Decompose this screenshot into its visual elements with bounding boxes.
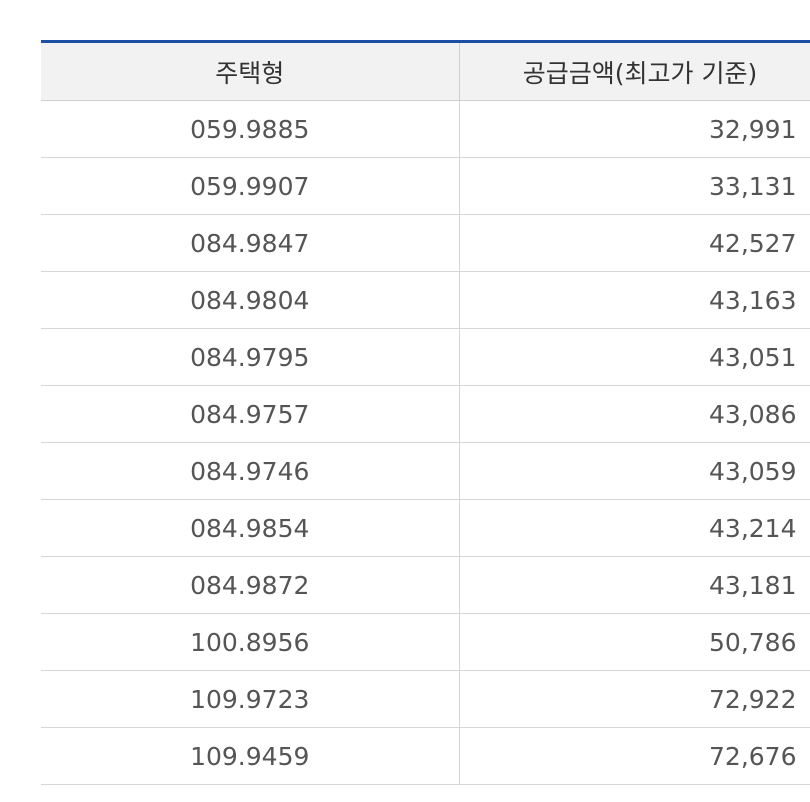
cell-housing-type: 059.9885 [41,100,460,158]
table-row: 059.9907 33,131 [41,157,810,215]
cell-housing-type: 084.9746 [41,442,460,500]
cell-supply-price: 33,131 [459,157,810,215]
price-table-container: 주택형 공급금액(최고가 기준) 059.9885 32,991 059.990… [41,40,810,785]
cell-housing-type: 059.9907 [41,157,460,215]
cell-supply-price: 43,214 [459,499,810,557]
cell-housing-type: 084.9795 [41,328,460,386]
supply-price-table: 주택형 공급금액(최고가 기준) 059.9885 32,991 059.990… [41,40,810,785]
cell-supply-price: 32,991 [459,100,810,158]
table-row: 084.9795 43,051 [41,328,810,386]
cell-supply-price: 42,527 [459,214,810,272]
cell-supply-price: 43,181 [459,556,810,614]
table-row: 059.9885 32,991 [41,100,810,158]
cell-supply-price: 43,163 [459,271,810,329]
cell-supply-price: 43,086 [459,385,810,443]
cell-housing-type: 084.9757 [41,385,460,443]
cell-housing-type: 109.9723 [41,670,460,728]
header-supply-price: 공급금액(최고가 기준) [459,41,810,101]
table-row: 084.9804 43,163 [41,271,810,329]
cell-housing-type: 109.9459 [41,727,460,785]
cell-supply-price: 43,051 [459,328,810,386]
table-row: 084.9757 43,086 [41,385,810,443]
cell-supply-price: 72,922 [459,670,810,728]
table-row: 109.9459 72,676 [41,727,810,785]
cell-housing-type: 100.8956 [41,613,460,671]
table-row: 109.9723 72,922 [41,670,810,728]
cell-housing-type: 084.9872 [41,556,460,614]
cell-housing-type: 084.9804 [41,271,460,329]
table-row: 084.9872 43,181 [41,556,810,614]
table-row: 084.9847 42,527 [41,214,810,272]
cell-supply-price: 50,786 [459,613,810,671]
cell-supply-price: 43,059 [459,442,810,500]
header-housing-type: 주택형 [41,41,460,101]
cell-housing-type: 084.9854 [41,499,460,557]
cell-housing-type: 084.9847 [41,214,460,272]
table-row: 084.9854 43,214 [41,499,810,557]
cell-supply-price: 72,676 [459,727,810,785]
table-row: 100.8956 50,786 [41,613,810,671]
table-header-row: 주택형 공급금액(최고가 기준) [41,41,810,101]
table-row: 084.9746 43,059 [41,442,810,500]
